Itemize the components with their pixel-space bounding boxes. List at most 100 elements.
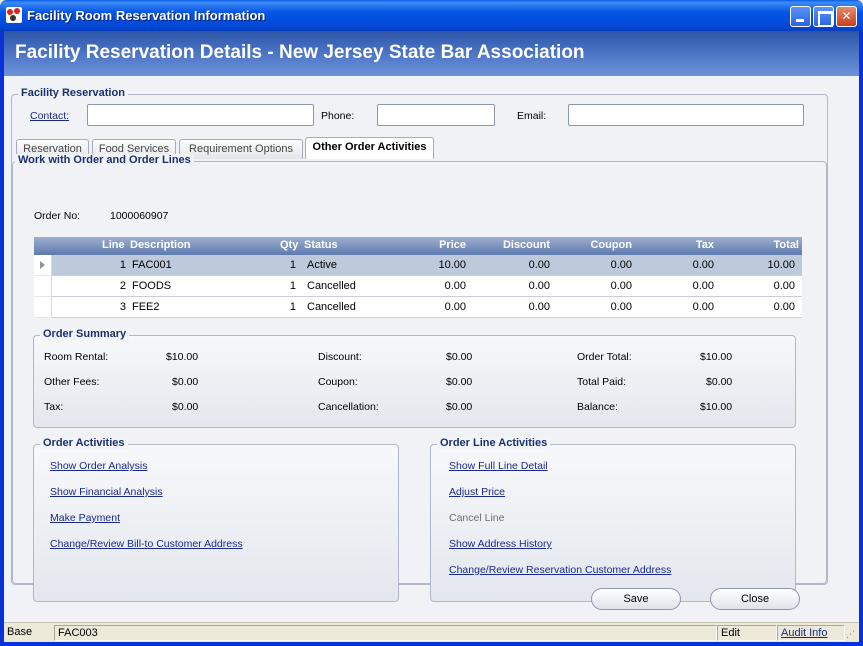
discount-label: Discount: (318, 351, 362, 363)
row-selector-2[interactable] (34, 276, 52, 297)
close-button[interactable]: Close (710, 588, 800, 610)
app-window: Facility Room Reservation Information Fa… (0, 0, 863, 646)
cell-description: FEE2 (132, 301, 160, 313)
order-summary-group: Order Summary (33, 328, 796, 428)
balance-value: $10.00 (700, 401, 733, 413)
show-full-line-detail-link[interactable]: Show Full Line Detail (449, 460, 548, 472)
work-with-order-title: Work with Order and Order Lines (15, 154, 194, 166)
cell-qty: 1 (289, 280, 296, 292)
cell-line: 1 (119, 259, 126, 271)
audit-info-link[interactable]: Audit Info (777, 625, 845, 641)
facility-reservation-title: Facility Reservation (18, 87, 128, 99)
change-reservation-address-link[interactable]: Change/Review Reservation Customer Addre… (449, 564, 671, 576)
contact-link[interactable]: Contact: (30, 110, 69, 122)
status-bar: Base FAC003 Edit Audit Info ⋰ (4, 622, 859, 642)
app-icon (6, 7, 22, 23)
tax-value: $0.00 (172, 401, 199, 413)
col-discount[interactable]: Discount (489, 239, 550, 251)
client-area: Facility Reservation Details - New Jerse… (4, 31, 859, 642)
col-description[interactable]: Description (130, 239, 191, 251)
order-no-label: Order No: (34, 210, 81, 222)
change-bill-to-address-link[interactable]: Change/Review Bill-to Customer Address (50, 538, 243, 550)
cell-status: Cancelled (307, 301, 356, 313)
coupon-value: $0.00 (446, 376, 473, 388)
show-financial-analysis-link[interactable]: Show Financial Analysis (50, 486, 163, 498)
make-payment-link[interactable]: Make Payment (50, 512, 120, 524)
phone-input[interactable] (377, 104, 495, 126)
cell-total: 10.00 (767, 259, 795, 271)
col-coupon[interactable]: Coupon (574, 239, 632, 251)
tab-other-order-activities[interactable]: Other Order Activities (305, 137, 434, 159)
cell-tax: 0.00 (692, 259, 714, 271)
show-order-analysis-link[interactable]: Show Order Analysis (50, 460, 147, 472)
order-total-value: $10.00 (700, 351, 733, 363)
room-rental-label: Room Rental: (44, 351, 109, 363)
cancellation-label: Cancellation: (318, 401, 379, 413)
col-price[interactable]: Price (414, 239, 466, 251)
row-selector-1[interactable] (34, 255, 52, 276)
email-input[interactable] (568, 104, 804, 126)
table-row[interactable]: 3 FEE2 1 Cancelled 0.00 0.00 0.00 0.00 0… (52, 297, 802, 318)
cell-status: Active (307, 259, 337, 271)
col-qty[interactable]: Qty (280, 239, 298, 251)
contact-input[interactable] (87, 104, 314, 126)
window-title: Facility Room Reservation Information (27, 8, 266, 23)
title-bar[interactable]: Facility Room Reservation Information (0, 0, 863, 31)
cell-line: 3 (119, 301, 126, 313)
minimize-button[interactable] (790, 6, 811, 27)
cell-qty: 1 (289, 301, 296, 313)
cell-price: 0.00 (444, 301, 466, 313)
cell-description: FAC001 (132, 259, 172, 271)
order-summary-title: Order Summary (40, 328, 130, 340)
cell-price: 10.00 (438, 259, 466, 271)
other-fees-value: $0.00 (172, 376, 199, 388)
resize-grip-icon[interactable]: ⋰ (846, 628, 856, 640)
table-row[interactable]: 1 FAC001 1 Active 10.00 0.00 0.00 0.00 1… (52, 255, 802, 276)
order-total-label: Order Total: (577, 351, 632, 363)
cell-tax: 0.00 (692, 301, 714, 313)
col-status[interactable]: Status (304, 239, 338, 251)
adjust-price-link[interactable]: Adjust Price (449, 486, 505, 498)
status-mode: Base (7, 626, 33, 638)
balance-label: Balance: (577, 401, 618, 413)
tax-label: Tax: (44, 401, 64, 413)
cell-line: 2 (119, 280, 126, 292)
row-selector-3[interactable] (34, 297, 52, 318)
cell-discount: 0.00 (528, 280, 550, 292)
show-address-history-link[interactable]: Show Address History (449, 538, 552, 550)
grid-header: Line Description Qty Status Price Discou… (34, 237, 802, 255)
cell-total: 0.00 (773, 280, 795, 292)
cell-coupon: 0.00 (610, 259, 632, 271)
phone-label: Phone: (321, 110, 355, 122)
order-activities-title: Order Activities (40, 437, 128, 449)
other-fees-label: Other Fees: (44, 376, 100, 388)
col-total[interactable]: Total (734, 239, 799, 251)
cell-price: 0.00 (444, 280, 466, 292)
cancellation-value: $0.00 (446, 401, 473, 413)
discount-value: $0.00 (446, 351, 473, 363)
room-rental-value: $10.00 (166, 351, 199, 363)
content-area: Facility Reservation Contact: Phone: Ema… (4, 76, 859, 622)
status-state: Edit (717, 625, 777, 641)
email-label: Email: (517, 110, 547, 122)
cell-discount: 0.00 (528, 301, 550, 313)
cell-total: 0.00 (773, 301, 795, 313)
tab-requirement-options[interactable]: Requirement Options (179, 139, 303, 159)
cell-qty: 1 (289, 259, 296, 271)
col-tax[interactable]: Tax (664, 239, 714, 251)
table-row[interactable]: 2 FOODS 1 Cancelled 0.00 0.00 0.00 0.00 … (52, 276, 802, 297)
cell-coupon: 0.00 (610, 280, 632, 292)
page-title: Facility Reservation Details - New Jerse… (15, 42, 585, 63)
maximize-button[interactable] (813, 6, 834, 27)
order-line-activities-title: Order Line Activities (437, 437, 551, 449)
cell-description: FOODS (132, 280, 172, 292)
cell-coupon: 0.00 (610, 301, 632, 313)
total-paid-value: $0.00 (706, 376, 733, 388)
close-window-button[interactable] (836, 6, 857, 27)
col-line[interactable]: Line (102, 239, 125, 251)
cancel-line-link: Cancel Line (449, 512, 505, 524)
cell-discount: 0.00 (528, 259, 550, 271)
save-button[interactable]: Save (591, 588, 681, 610)
coupon-label: Coupon: (318, 376, 358, 388)
cell-status: Cancelled (307, 280, 356, 292)
